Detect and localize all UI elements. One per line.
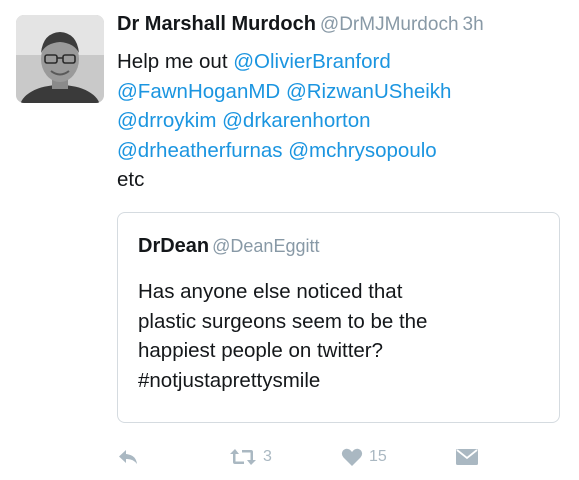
tweet-text-line: @drheatherfurnas @mchrysopoulo <box>117 136 567 166</box>
retweet-icon <box>229 447 257 467</box>
reply-button[interactable] <box>117 444 139 470</box>
quoted-tweet-card[interactable]: DrDean @DeanEggitt Has anyone else notice… <box>117 212 560 423</box>
tweet-text: Help me out @OlivierBranford @FawnHoganM… <box>117 47 567 195</box>
mention-link[interactable]: @RizwanUSheikh <box>286 80 452 103</box>
like-button[interactable]: 15 <box>341 444 387 470</box>
mention-link[interactable]: @mchrysopoulo <box>288 139 436 162</box>
mention-link[interactable]: @FawnHoganMD <box>117 80 280 103</box>
tweet-header: Dr Marshall Murdoch @DrMJMurdoch 3h <box>117 10 484 39</box>
mention-link[interactable]: @drheatherfurnas <box>117 139 283 162</box>
tweet-text-line: etc <box>117 165 567 195</box>
author-name[interactable]: Dr Marshall Murdoch <box>117 13 316 35</box>
tweet: Dr Marshall Murdoch @DrMJMurdoch 3h Help m… <box>0 0 579 480</box>
quoted-text-line: Has anyone else noticed that <box>138 280 403 303</box>
tweet-text-line: @FawnHoganMD @RizwanUSheikh <box>117 77 567 107</box>
retweet-count: 3 <box>263 448 272 465</box>
direct-message-button[interactable] <box>455 444 479 470</box>
avatar[interactable] <box>16 15 104 103</box>
tweet-text-line: @drroykim @drkarenhorton <box>117 106 567 136</box>
mention-link[interactable]: @OlivierBranford <box>233 50 391 73</box>
author-handle[interactable]: @DrMJMurdoch <box>320 14 459 35</box>
quoted-author-name: DrDean <box>138 235 210 257</box>
quoted-hashtag: #notjustaprettysmile <box>138 368 321 392</box>
mention-link[interactable]: @drroykim <box>117 109 216 132</box>
heart-icon <box>341 447 363 467</box>
like-count: 15 <box>369 448 387 465</box>
quoted-tweet-header: DrDean @DeanEggitt <box>138 233 319 259</box>
mention-link[interactable]: @drkarenhorton <box>222 109 370 132</box>
quoted-text-line: happiest people on twitter? <box>138 339 384 362</box>
tweet-text-line: Help me out @OlivierBranford <box>117 47 567 77</box>
reply-icon <box>117 447 139 467</box>
quoted-tweet-text: Has anyone else noticed that plastic sur… <box>138 277 548 395</box>
text-fragment: etc <box>117 168 145 191</box>
text-fragment: Help me out <box>117 50 234 73</box>
quoted-author-handle: @DeanEggitt <box>212 236 320 256</box>
envelope-icon <box>455 447 479 467</box>
quoted-text-line: plastic surgeons seem to be the <box>138 309 428 333</box>
tweet-actions: 3 15 <box>117 444 567 470</box>
tweet-time[interactable]: 3h <box>463 14 484 35</box>
retweet-button[interactable]: 3 <box>229 444 272 470</box>
